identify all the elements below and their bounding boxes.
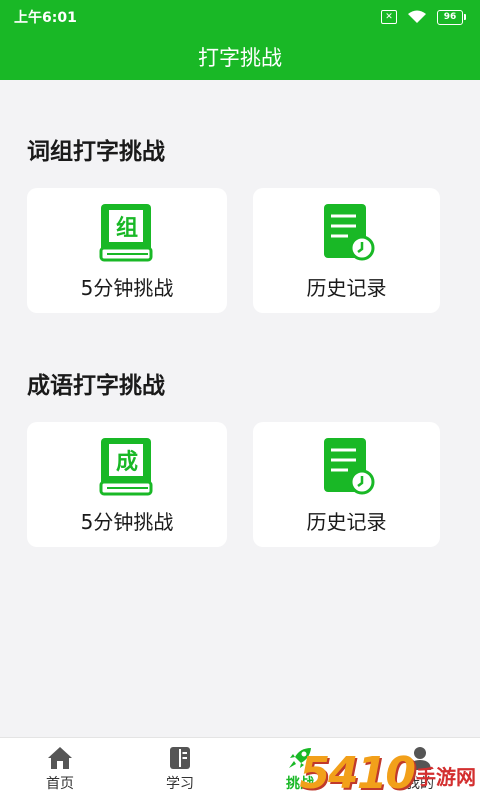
app-bar: 打字挑战 [0, 34, 480, 80]
history-icon [323, 204, 374, 261]
tab-study[interactable]: 学习 [120, 738, 240, 800]
idiom-5min-challenge-card[interactable]: 成 5分钟挑战 [27, 422, 227, 547]
history-icon [323, 438, 374, 495]
wifi-icon [408, 10, 426, 23]
home-icon [48, 746, 72, 769]
no-sim-icon: ✕ [381, 10, 397, 24]
book-open-icon [170, 746, 190, 769]
book-char: 成 [115, 450, 138, 475]
tab-home[interactable]: 首页 [0, 738, 120, 800]
battery-level: 96 [437, 9, 463, 25]
status-bar: 上午6:01 ✕ 96 [0, 0, 480, 34]
battery-icon: 96 [437, 9, 466, 25]
card-label: 5分钟挑战 [80, 276, 174, 300]
book-char: 组 [115, 216, 138, 241]
phrase-5min-challenge-card[interactable]: 组 5分钟挑战 [27, 188, 227, 313]
section-title-idiom: 成语打字挑战 [27, 373, 165, 399]
status-time: 上午6:01 [14, 10, 77, 26]
watermark-logo: 5410 手游网 [300, 750, 476, 798]
card-label: 5分钟挑战 [80, 510, 174, 534]
page-title: 打字挑战 [198, 46, 282, 70]
watermark-text: 手游网 [416, 765, 476, 789]
idiom-history-card[interactable]: 历史记录 [253, 422, 440, 547]
card-label: 历史记录 [306, 510, 387, 534]
tab-label: 首页 [46, 775, 74, 792]
watermark-number: 5410 [299, 748, 416, 799]
section-title-phrase: 词组打字挑战 [27, 139, 165, 165]
phrase-history-card[interactable]: 历史记录 [253, 188, 440, 313]
status-icons: ✕ 96 [381, 9, 466, 25]
tab-label: 学习 [166, 775, 194, 792]
card-label: 历史记录 [306, 276, 387, 300]
